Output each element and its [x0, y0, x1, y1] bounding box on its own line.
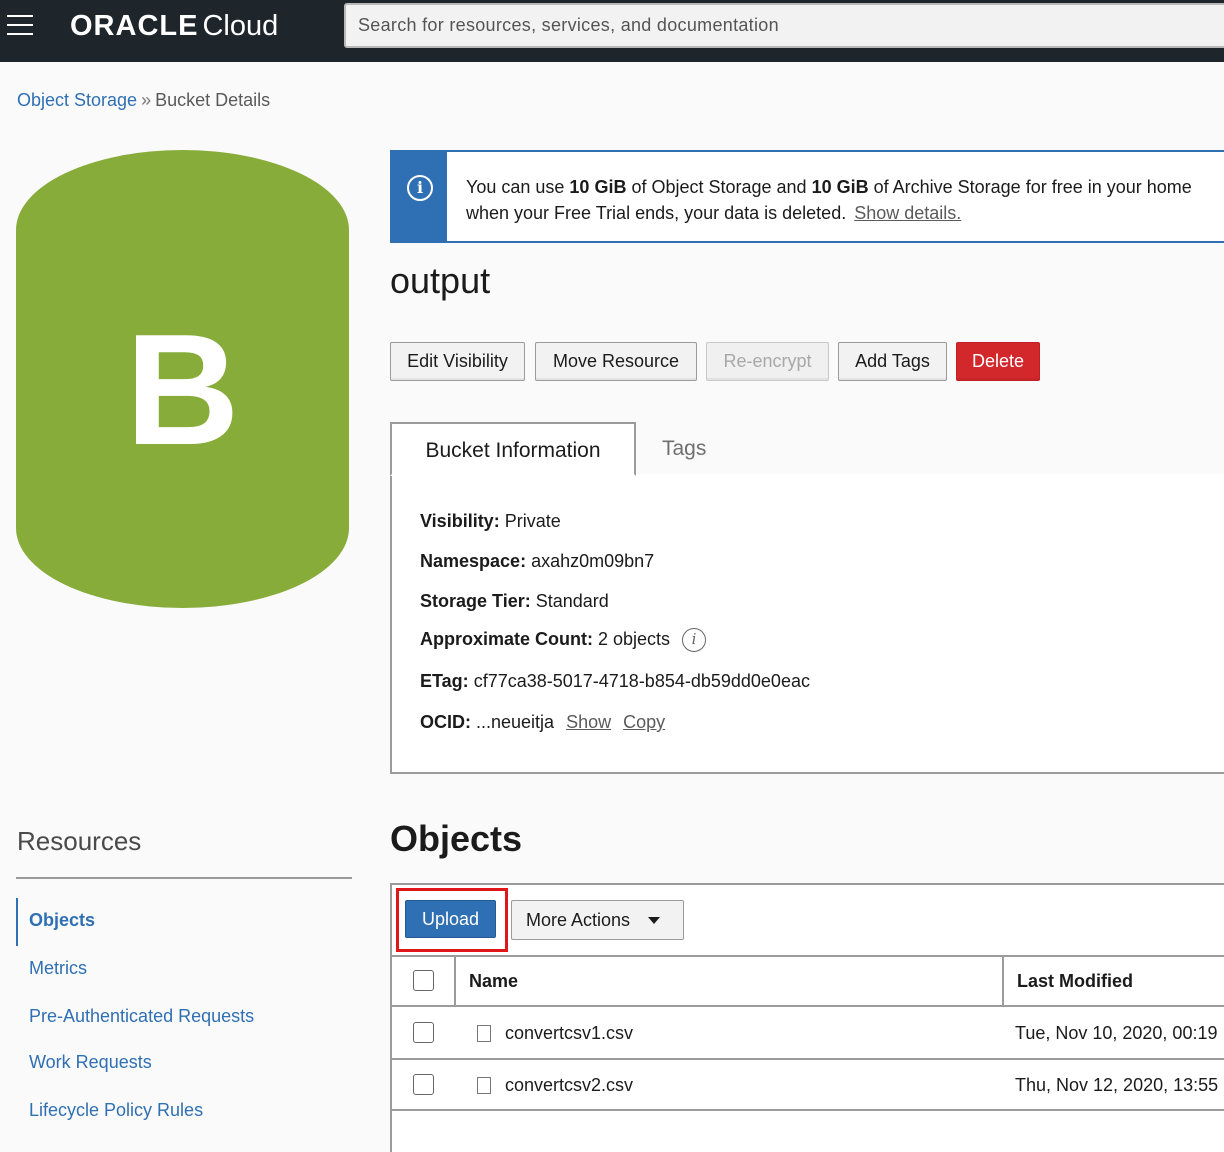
ocid-copy-link[interactable]: Copy [623, 712, 665, 732]
etag-row: ETag: cf77ca38-5017-4718-b854-db59dd0e0e… [420, 671, 810, 692]
breadcrumb-separator: » [141, 90, 152, 110]
logo-oracle-text: ORACLE [70, 10, 199, 42]
search-input[interactable] [344, 3, 1224, 48]
object-last-modified: Thu, Nov 12, 2020, 13:55 [1015, 1075, 1219, 1095]
bucket-letter: B [125, 302, 240, 478]
file-icon [477, 1077, 491, 1094]
breadcrumb-object-storage[interactable]: Object Storage [17, 90, 137, 110]
banner-amount-object: 10 GiB [569, 177, 627, 197]
breadcrumb: Object Storage» Bucket Details [17, 90, 270, 111]
field-label: Namespace: [420, 551, 527, 571]
add-tags-button[interactable]: Add Tags [838, 342, 947, 381]
banner-text-part: of Archive Storage for free in your home [868, 177, 1192, 197]
info-icon: i [407, 175, 433, 201]
approximate-count-value: 2 objects [598, 628, 671, 649]
edit-visibility-button[interactable]: Edit Visibility [390, 342, 525, 381]
storage-tier-value: Standard [535, 591, 609, 611]
field-label: Approximate Count: [420, 628, 593, 649]
namespace-row: Namespace: axahz0m09bn7 [420, 551, 654, 572]
sidebar-item-lifecycle-policy-rules[interactable]: Lifecycle Policy Rules [29, 1100, 203, 1121]
banner-text-part: of Object Storage and [626, 177, 812, 197]
column-header-name[interactable]: Name [469, 971, 518, 992]
delete-button[interactable]: Delete [956, 342, 1040, 381]
select-all-checkbox[interactable] [413, 970, 434, 991]
namespace-value: axahz0m09bn7 [531, 551, 655, 571]
row-divider [392, 1109, 1224, 1111]
object-name-link[interactable]: convertcsv2.csv [505, 1075, 633, 1096]
row-checkbox[interactable] [413, 1074, 434, 1095]
re-encrypt-button[interactable]: Re-encrypt [706, 342, 829, 381]
free-tier-info-banner: i You can use 10 GiB of Object Storage a… [390, 150, 1224, 243]
row-checkbox[interactable] [413, 1022, 434, 1043]
visibility-value: Private [504, 511, 561, 531]
upload-highlight-box [396, 888, 508, 952]
bucket-name-title: output [390, 260, 491, 301]
object-name-link[interactable]: convertcsv1.csv [505, 1023, 633, 1044]
banner-amount-archive: 10 GiB [811, 177, 869, 197]
ocid-value: ...neueitja [476, 712, 555, 732]
bucket-information-panel: Visibility: Private Namespace: axahz0m09… [390, 474, 1224, 774]
approximate-count-row: Approximate Count: 2 objects i [420, 628, 707, 652]
breadcrumb-bucket-details: Bucket Details [155, 90, 271, 110]
show-details-link[interactable]: Show details. [854, 203, 961, 223]
column-header-last-modified[interactable]: Last Modified [1017, 971, 1133, 992]
banner-text-part: You can use [466, 177, 570, 197]
caret-down-icon [648, 917, 660, 924]
sidebar-item-objects[interactable]: Objects [29, 910, 95, 931]
objects-title: Objects [390, 818, 523, 859]
help-icon[interactable]: i [682, 628, 707, 652]
logo-cloud-text: Cloud [202, 10, 279, 42]
column-divider [454, 955, 456, 1007]
field-label: OCID: [420, 712, 471, 732]
bucket-tabs: Bucket Information Tags [390, 422, 1224, 476]
resources-title: Resources [17, 826, 142, 856]
banner-text: You can use 10 GiB of Object Storage and… [466, 174, 1224, 226]
active-resource-indicator [16, 898, 18, 946]
field-label: ETag: [420, 671, 469, 691]
banner-text-part: when your Free Trial ends, your data is … [466, 203, 847, 223]
ocid-show-link[interactable]: Show [566, 712, 611, 732]
tab-tags[interactable]: Tags [662, 422, 706, 476]
ocid-row: OCID: ...neueitja Show Copy [420, 712, 665, 733]
menu-icon[interactable] [7, 14, 33, 36]
field-label: Visibility: [420, 511, 500, 531]
row-divider [392, 1058, 1224, 1060]
field-label: Storage Tier: [420, 591, 531, 611]
tab-bucket-information[interactable]: Bucket Information [390, 422, 636, 476]
oracle-cloud-logo[interactable]: ORACLE Cloud [70, 10, 278, 43]
move-resource-button[interactable]: Move Resource [535, 342, 697, 381]
visibility-row: Visibility: Private [420, 511, 561, 532]
top-navigation-bar: ORACLE Cloud [0, 0, 1224, 62]
sidebar-item-metrics[interactable]: Metrics [29, 958, 87, 979]
file-icon [477, 1025, 491, 1042]
storage-tier-row: Storage Tier: Standard [420, 591, 609, 612]
sidebar-item-pre-authenticated-requests[interactable]: Pre-Authenticated Requests [29, 1006, 254, 1027]
resources-divider [16, 877, 352, 879]
etag-value: cf77ca38-5017-4718-b854-db59dd0e0eac [473, 671, 810, 691]
sidebar-item-work-requests[interactable]: Work Requests [29, 1052, 152, 1073]
column-divider [1002, 955, 1004, 1007]
object-last-modified: Tue, Nov 10, 2020, 00:19 [1015, 1023, 1218, 1043]
